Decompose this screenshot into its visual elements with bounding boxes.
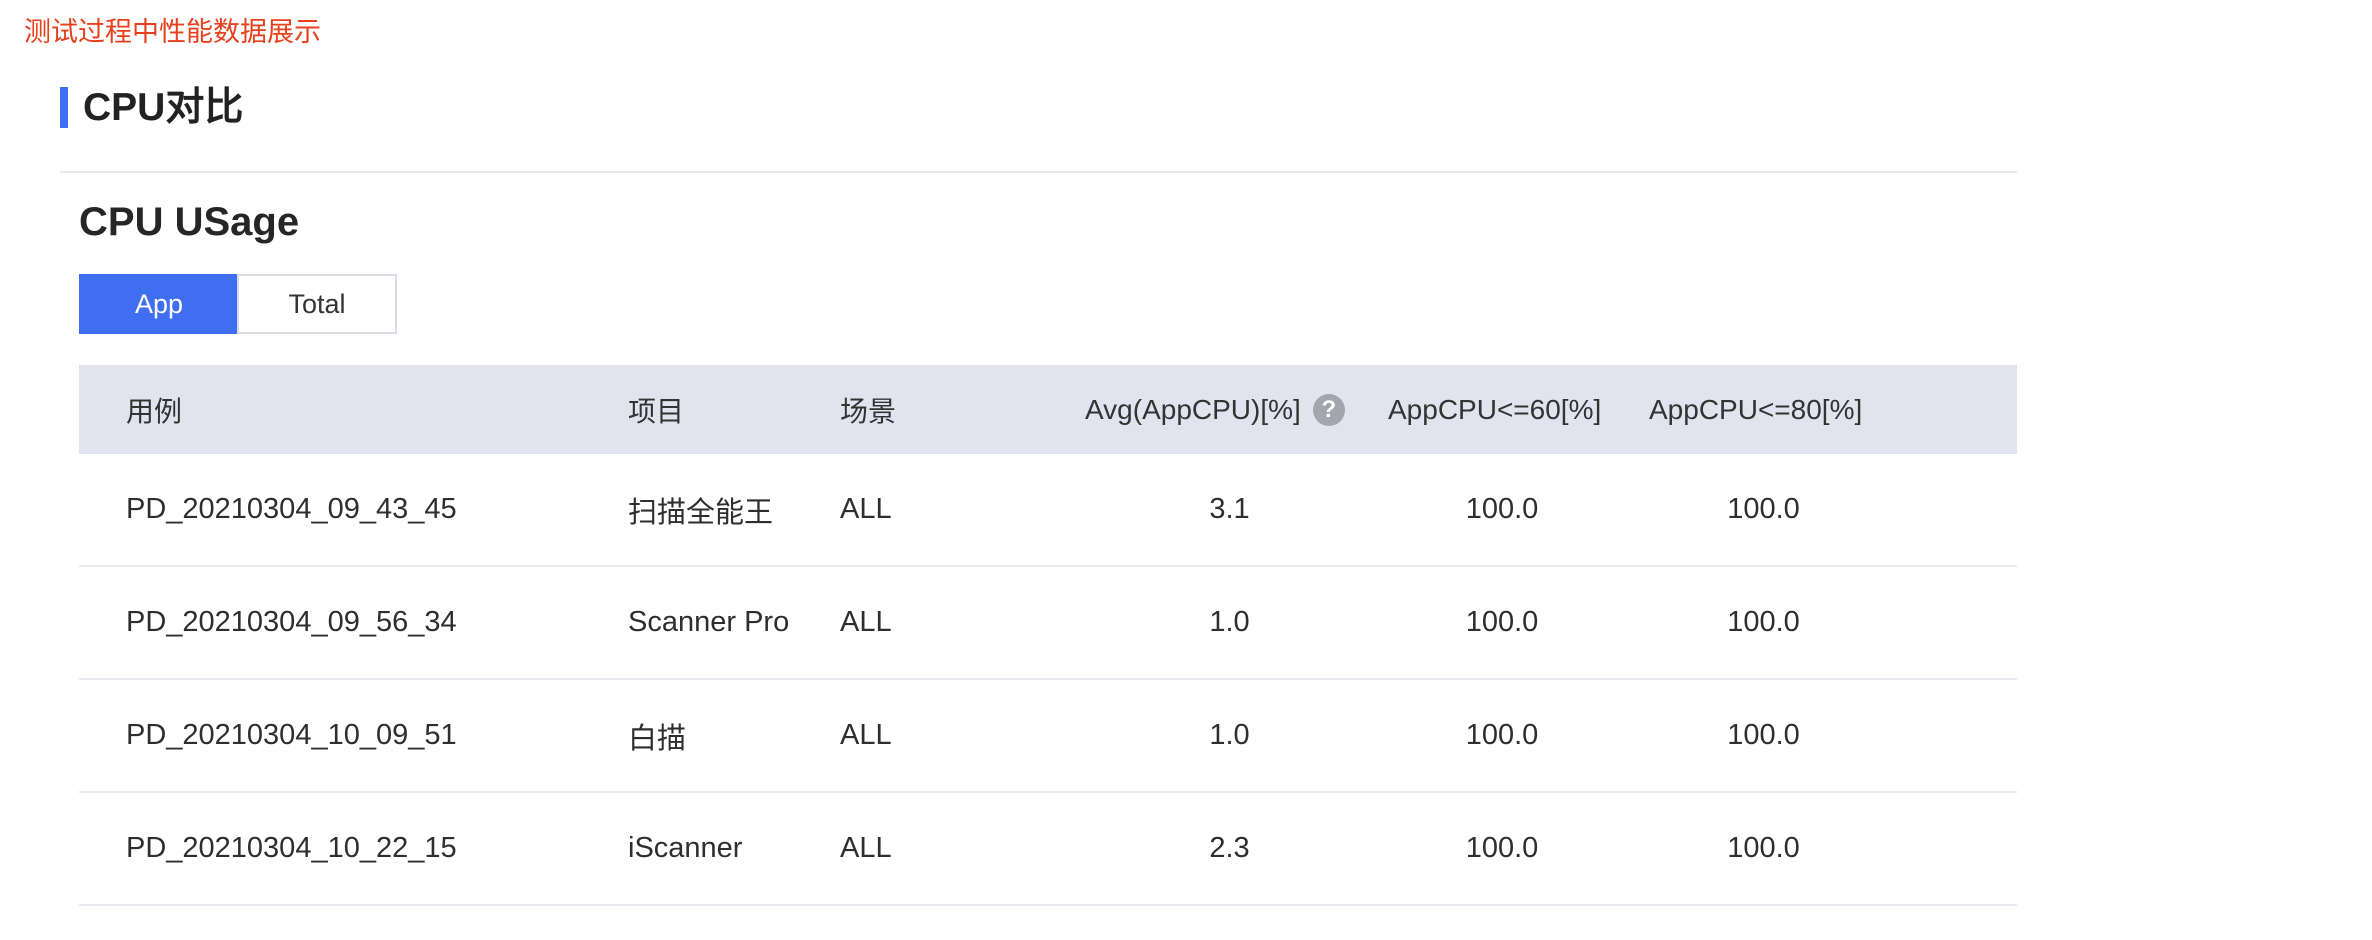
cell-scene: ALL [840, 606, 892, 638]
cpu-usage-table: 用例 项目 场景 Avg(AppCPU)[%] ? AppCPU<=60[%] … [79, 365, 2017, 906]
section-header: CPU对比 [60, 85, 243, 130]
header-appcpu-le80[interactable]: AppCPU<=80[%] [1649, 365, 1862, 454]
cell-avg-appcpu: 1.0 [1209, 606, 1250, 638]
cell-scene: ALL [840, 719, 892, 751]
cell-project: 扫描全能王 [628, 496, 774, 529]
table-row: PD_20210304_09_43_45 扫描全能王 ALL 3.1 100.0… [79, 454, 2017, 567]
cell-case: PD_20210304_10_09_51 [126, 719, 457, 751]
section-title: CPU对比 [83, 86, 244, 129]
header-avg-label: Avg(AppCPU)[%] [1085, 393, 1301, 425]
tab-app[interactable]: App [79, 274, 239, 334]
cell-appcpu-le80: 100.0 [1727, 606, 1800, 638]
cell-project: Scanner Pro [628, 606, 790, 638]
cell-case: PD_20210304_09_56_34 [126, 606, 457, 638]
section-divider [60, 171, 2017, 173]
cell-avg-appcpu: 2.3 [1209, 832, 1250, 864]
header-project[interactable]: 项目 [628, 365, 684, 454]
cell-appcpu-le80: 100.0 [1727, 493, 1800, 525]
cell-scene: ALL [840, 832, 892, 864]
tab-total[interactable]: Total [237, 274, 397, 334]
table-row: PD_20210304_10_09_51 白描 ALL 1.0 100.0 10… [79, 680, 2017, 793]
cell-appcpu-le60: 100.0 [1465, 832, 1539, 864]
table-row: PD_20210304_09_56_34 Scanner Pro ALL 1.0… [79, 567, 2017, 680]
question-circle-icon[interactable]: ? [1312, 393, 1345, 426]
section-accent-bar [60, 87, 68, 128]
page-caption: 测试过程中性能数据展示 [24, 17, 321, 47]
cell-scene: ALL [840, 493, 892, 525]
tab-group: App Total [79, 274, 397, 334]
cell-appcpu-le60: 100.0 [1465, 606, 1539, 638]
cell-appcpu-le80: 100.0 [1727, 719, 1800, 751]
table-header: 用例 项目 场景 Avg(AppCPU)[%] ? AppCPU<=60[%] … [79, 365, 2017, 454]
chart-title: CPU USage [79, 200, 300, 244]
table-row: PD_20210304_10_22_15 iScanner ALL 2.3 10… [79, 793, 2017, 906]
header-case[interactable]: 用例 [126, 365, 182, 454]
cell-project: iScanner [628, 832, 743, 864]
cell-appcpu-le80: 100.0 [1727, 832, 1800, 864]
cell-appcpu-le60: 100.0 [1465, 719, 1539, 751]
cell-case: PD_20210304_09_43_45 [126, 493, 457, 525]
cell-case: PD_20210304_10_22_15 [126, 832, 457, 864]
cell-avg-appcpu: 1.0 [1209, 719, 1250, 751]
header-scene[interactable]: 场景 [840, 365, 896, 454]
header-avg-appcpu[interactable]: Avg(AppCPU)[%] ? [1085, 365, 1345, 454]
header-appcpu-le60[interactable]: AppCPU<=60[%] [1388, 365, 1601, 454]
cell-project: 白描 [628, 722, 687, 755]
cell-appcpu-le60: 100.0 [1465, 493, 1539, 525]
cell-avg-appcpu: 3.1 [1209, 493, 1250, 525]
